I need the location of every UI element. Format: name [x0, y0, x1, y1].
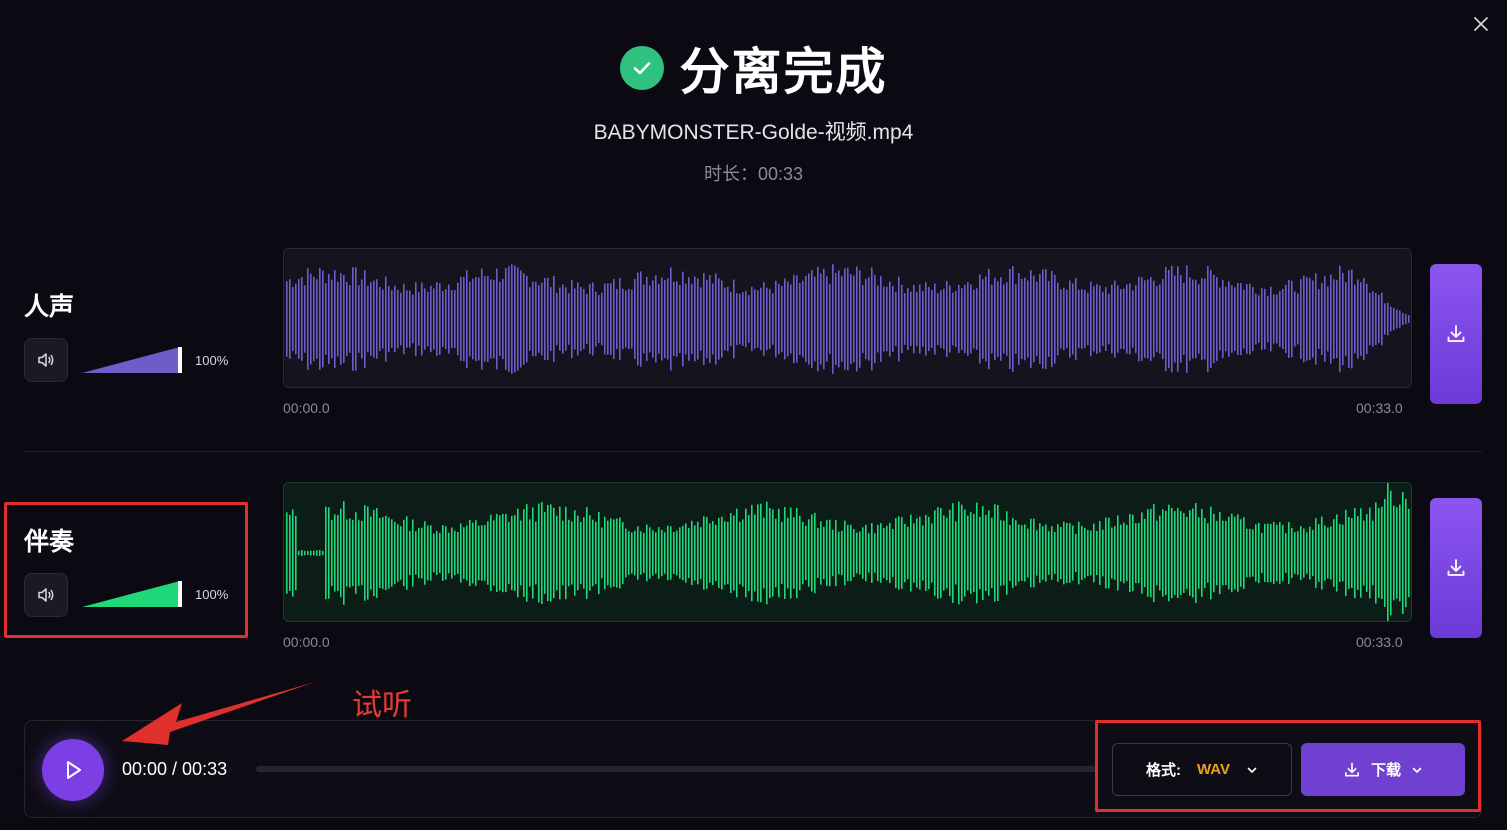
annotation-arrow — [122, 682, 315, 745]
separation-result-dialog: 分离完成 BABYMONSTER-Golde-视频.mp4 时长：00:33 人… — [0, 0, 1507, 830]
annotation-label: 试听 — [352, 688, 412, 723]
annotation-arrow-layer — [122, 682, 315, 745]
